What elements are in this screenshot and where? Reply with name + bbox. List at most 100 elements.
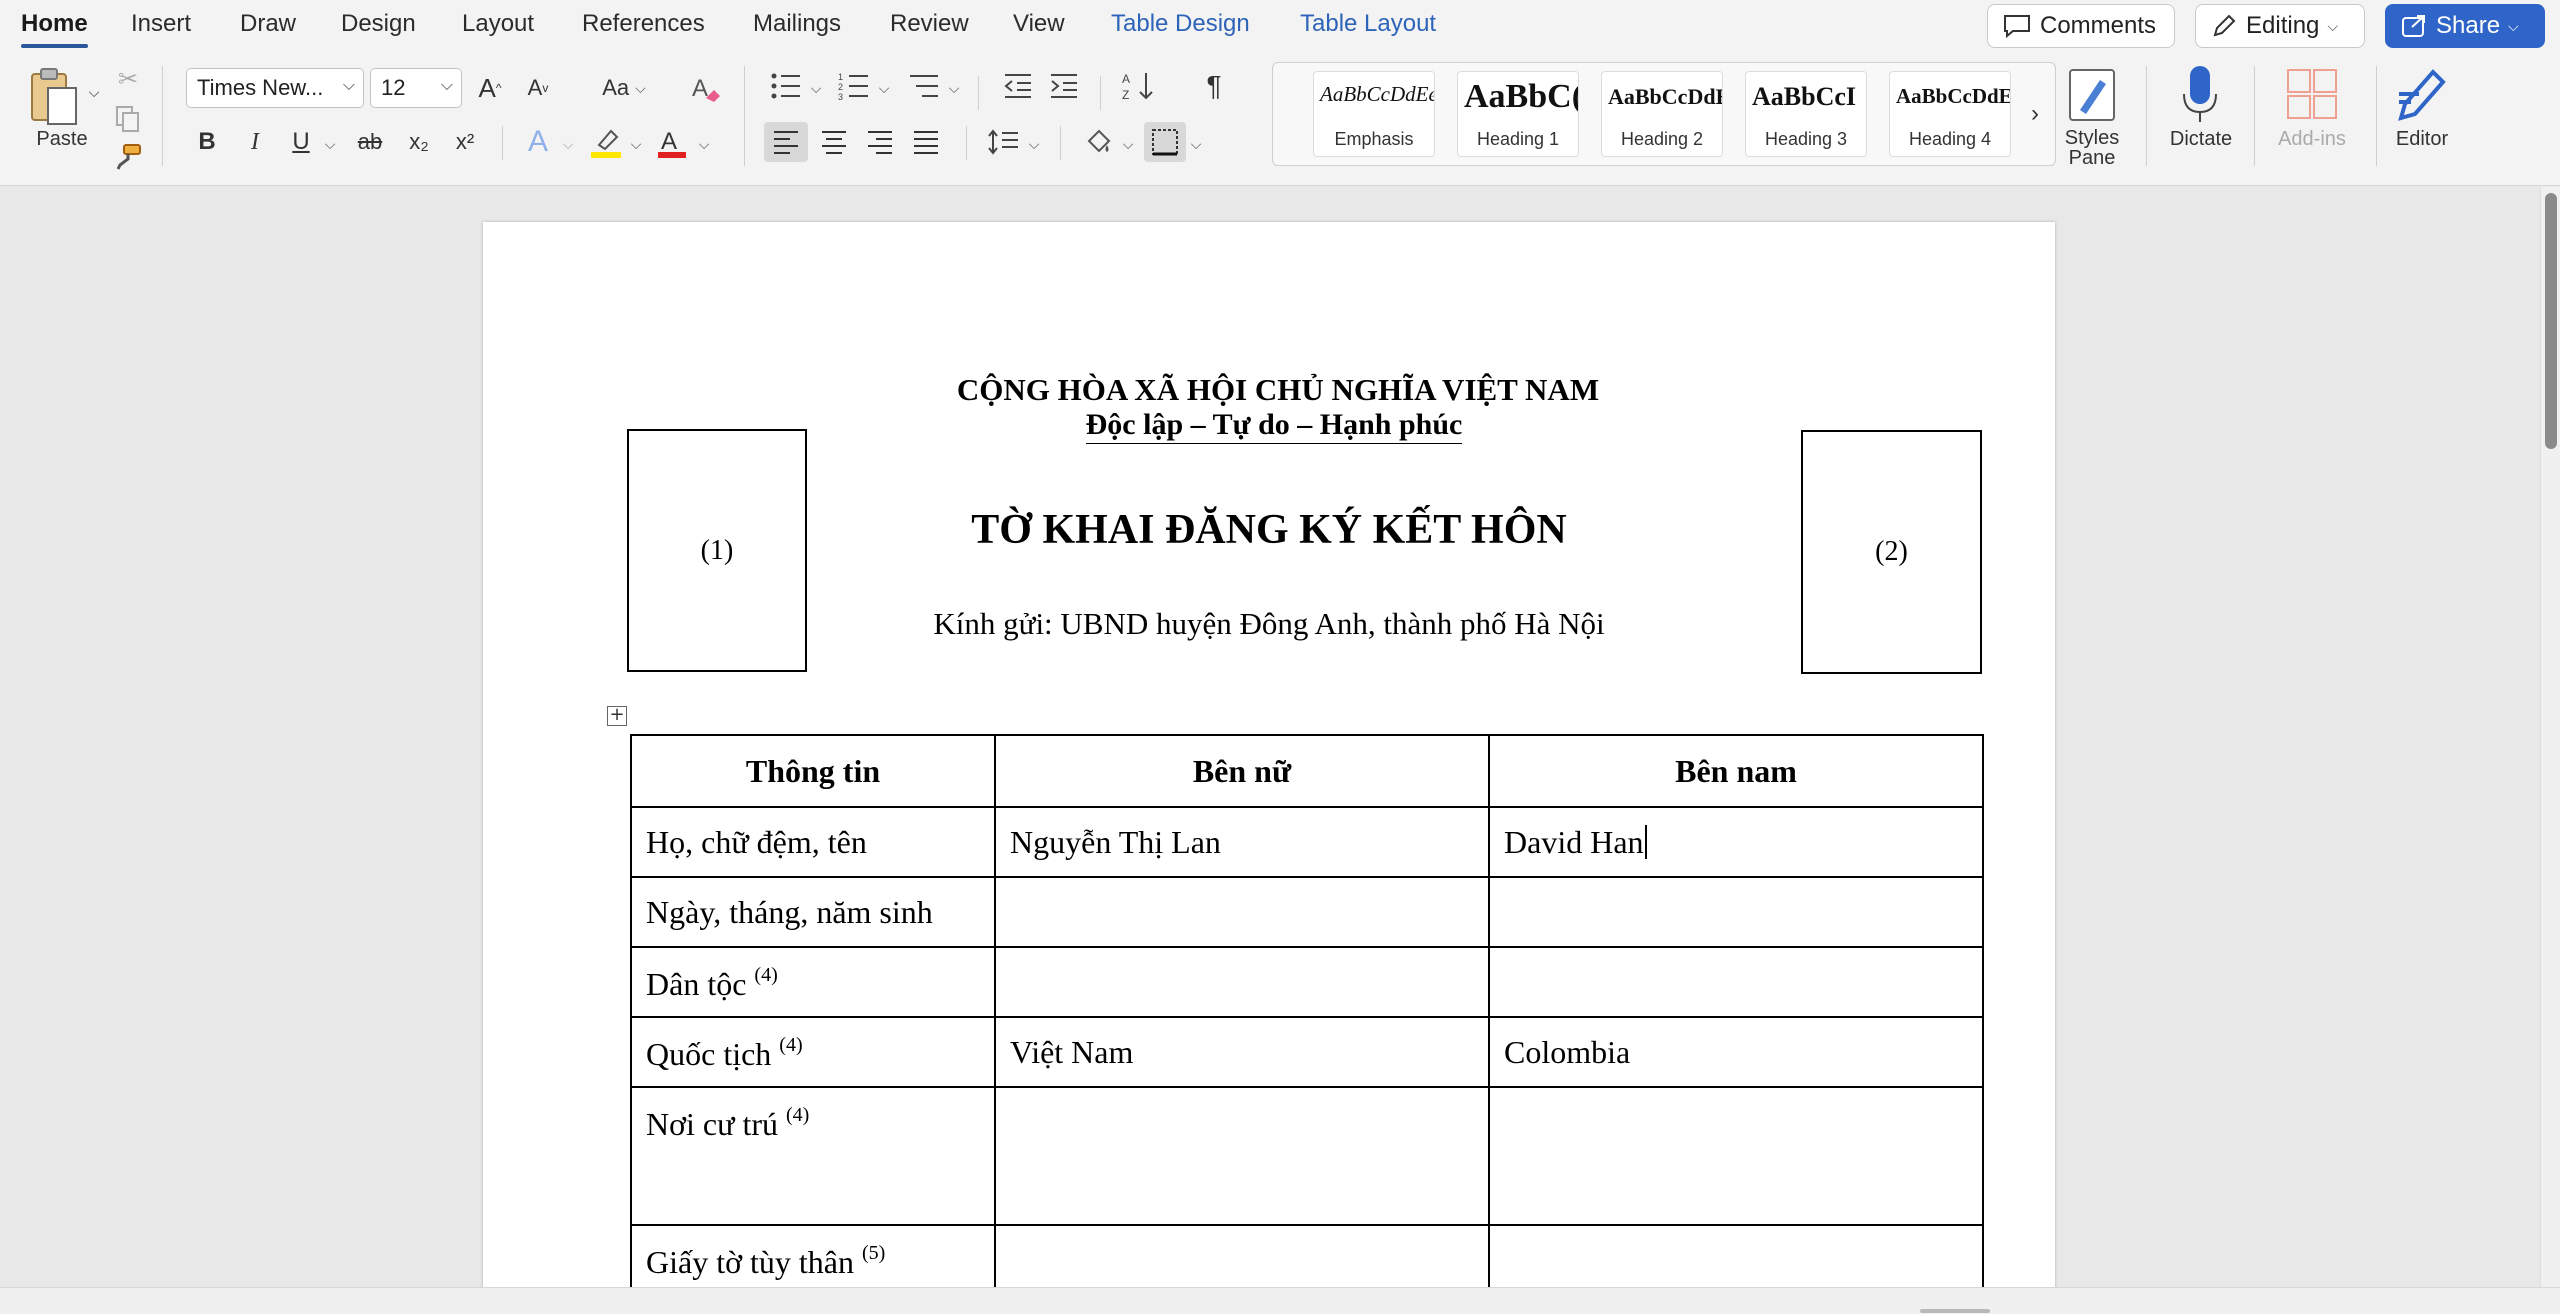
sort-button[interactable]: AZ <box>1120 68 1156 104</box>
female-value-cell[interactable] <box>994 876 1490 948</box>
male-value-cell[interactable]: Colombia <box>1488 1016 1984 1088</box>
shading-button[interactable] <box>1078 122 1118 162</box>
vertical-scrollbar[interactable] <box>2540 187 2560 1287</box>
female-value-cell[interactable] <box>994 1086 1490 1226</box>
italic-button[interactable]: I <box>240 124 270 160</box>
styles-more-chevron-icon[interactable]: › <box>2023 99 2047 129</box>
multilevel-list-button[interactable] <box>906 68 942 104</box>
share-button[interactable]: Share ⌵ <box>2385 4 2545 48</box>
text-effects-icon[interactable]: A <box>520 124 556 160</box>
font-name-value: Times New... <box>197 75 324 100</box>
paste-button[interactable] <box>24 64 84 130</box>
highlight-color-button[interactable] <box>588 124 624 160</box>
copy-icon[interactable] <box>112 104 144 134</box>
style-heading-1[interactable]: AaBbC( Heading 1 <box>1457 71 1579 157</box>
row-label-cell[interactable]: Ngày, tháng, năm sinh <box>630 876 996 948</box>
header-male[interactable]: Bên nam <box>1488 734 1984 808</box>
tab-review[interactable]: Review <box>890 10 969 38</box>
tab-home[interactable]: Home <box>21 10 88 48</box>
decrease-indent-button[interactable] <box>1000 68 1036 104</box>
footnote-ref: (4) <box>754 964 778 986</box>
numbering-chevron-icon[interactable]: ⌵ <box>876 78 892 98</box>
underline-button[interactable]: U <box>286 124 316 160</box>
subscript-button[interactable]: x₂ <box>402 124 436 160</box>
multilevel-chevron-icon[interactable]: ⌵ <box>946 78 962 98</box>
female-value-cell[interactable]: Việt Nam <box>994 1016 1490 1088</box>
align-left-button[interactable] <box>764 122 808 162</box>
borders-chevron-icon[interactable]: ⌵ <box>1188 134 1204 154</box>
align-center-button[interactable] <box>814 122 854 162</box>
style-heading-2[interactable]: AaBbCcDdE Heading 2 <box>1601 71 1723 157</box>
horizontal-scroll-thumb[interactable] <box>1920 1309 1990 1313</box>
bullets-button[interactable] <box>768 68 804 104</box>
ribbon-separator <box>744 66 745 166</box>
line-spacing-button[interactable] <box>984 122 1024 162</box>
female-name-value: Nguyễn Thị Lan <box>1010 824 1221 860</box>
female-value-cell[interactable] <box>994 946 1490 1018</box>
style-heading-3[interactable]: AaBbCcI Heading 3 <box>1745 71 1867 157</box>
justify-button[interactable] <box>906 122 946 162</box>
male-value-cell[interactable] <box>1488 1086 1984 1226</box>
tab-references[interactable]: References <box>582 10 705 38</box>
table-move-handle-icon[interactable]: + <box>607 706 627 726</box>
justify-icon <box>914 131 938 154</box>
styles-pane-button[interactable] <box>2064 64 2120 126</box>
bullets-chevron-icon[interactable]: ⌵ <box>808 78 824 98</box>
tab-layout[interactable]: Layout <box>462 10 534 38</box>
row-label-cell[interactable]: Nơi cư trú (4) <box>630 1086 996 1226</box>
row-label-cell[interactable]: Dân tộc (4) <box>630 946 996 1018</box>
shading-chevron-icon[interactable]: ⌵ <box>1120 134 1136 154</box>
strikethrough-button[interactable]: ab <box>352 124 388 160</box>
tab-mailings[interactable]: Mailings <box>753 10 841 38</box>
vertical-scroll-thumb[interactable] <box>2545 193 2557 449</box>
header-female[interactable]: Bên nữ <box>994 734 1490 808</box>
tab-insert[interactable]: Insert <box>131 10 191 38</box>
align-right-button[interactable] <box>860 122 900 162</box>
editor-button[interactable] <box>2392 62 2452 126</box>
clear-formatting-button[interactable]: A <box>688 70 724 106</box>
font-size-dropdown[interactable]: 12 ⌵ <box>370 68 462 108</box>
line-spacing-chevron-icon[interactable]: ⌵ <box>1026 134 1042 154</box>
addins-button[interactable] <box>2282 64 2342 124</box>
font-color-button[interactable]: A <box>654 124 690 160</box>
document-page[interactable]: CỘNG HÒA XÃ HỘI CHỦ NGHĨA VIỆT NAM Độc l… <box>483 222 2055 1314</box>
bold-button[interactable]: B <box>192 124 222 160</box>
font-name-dropdown[interactable]: Times New... ⌵ <box>186 68 364 108</box>
highlight-chevron-icon[interactable]: ⌵ <box>628 134 644 154</box>
male-value-cell[interactable] <box>1488 876 1984 948</box>
format-painter-icon[interactable] <box>112 142 144 172</box>
numbering-button[interactable]: 123 <box>836 68 872 104</box>
row-label: Quốc tịch <box>646 1036 772 1072</box>
dictate-button[interactable] <box>2172 62 2228 126</box>
female-value-cell[interactable]: Nguyễn Thị Lan <box>994 806 1490 878</box>
tab-view[interactable]: View <box>1013 10 1065 38</box>
underline-options-chevron-icon[interactable]: ⌵ <box>322 134 338 154</box>
style-emphasis[interactable]: AaBbCcDdEe Emphasis <box>1313 71 1435 157</box>
increase-indent-button[interactable] <box>1046 68 1082 104</box>
share-label: Share <box>2436 12 2501 39</box>
tab-table-layout[interactable]: Table Layout <box>1300 10 1436 38</box>
table-header-row: Thông tin Bên nữ Bên nam <box>630 734 1984 808</box>
row-label-cell[interactable]: Họ, chữ đệm, tên <box>630 806 996 878</box>
editing-mode-button[interactable]: Editing ⌵ <box>2195 4 2365 48</box>
tab-table-design[interactable]: Table Design <box>1111 10 1250 38</box>
line-spacing-icon <box>988 129 1018 155</box>
cut-icon[interactable]: ✂ <box>112 64 144 94</box>
change-case-button[interactable]: Aa ⌵ <box>594 70 654 106</box>
male-value-cell[interactable]: David Han <box>1488 806 1984 878</box>
text-effects-chevron-icon[interactable]: ⌵ <box>560 134 576 154</box>
borders-button[interactable] <box>1144 122 1186 162</box>
font-color-chevron-icon[interactable]: ⌵ <box>696 134 712 154</box>
shrink-font-button[interactable]: Av <box>522 70 554 106</box>
male-value-cell[interactable] <box>1488 946 1984 1018</box>
tab-draw[interactable]: Draw <box>240 10 296 38</box>
superscript-button[interactable]: x² <box>448 124 482 160</box>
comments-button[interactable]: Comments <box>1987 4 2175 48</box>
paste-options-chevron-icon[interactable]: ⌵ <box>86 82 102 102</box>
tab-design[interactable]: Design <box>341 10 416 38</box>
row-label-cell[interactable]: Quốc tịch (4) <box>630 1016 996 1088</box>
show-formatting-marks-icon[interactable]: ¶ <box>1196 68 1232 104</box>
style-heading-4[interactable]: AaBbCcDdE Heading 4 <box>1889 71 2011 157</box>
grow-font-button[interactable]: A ^ <box>474 70 506 106</box>
header-info[interactable]: Thông tin <box>630 734 996 808</box>
